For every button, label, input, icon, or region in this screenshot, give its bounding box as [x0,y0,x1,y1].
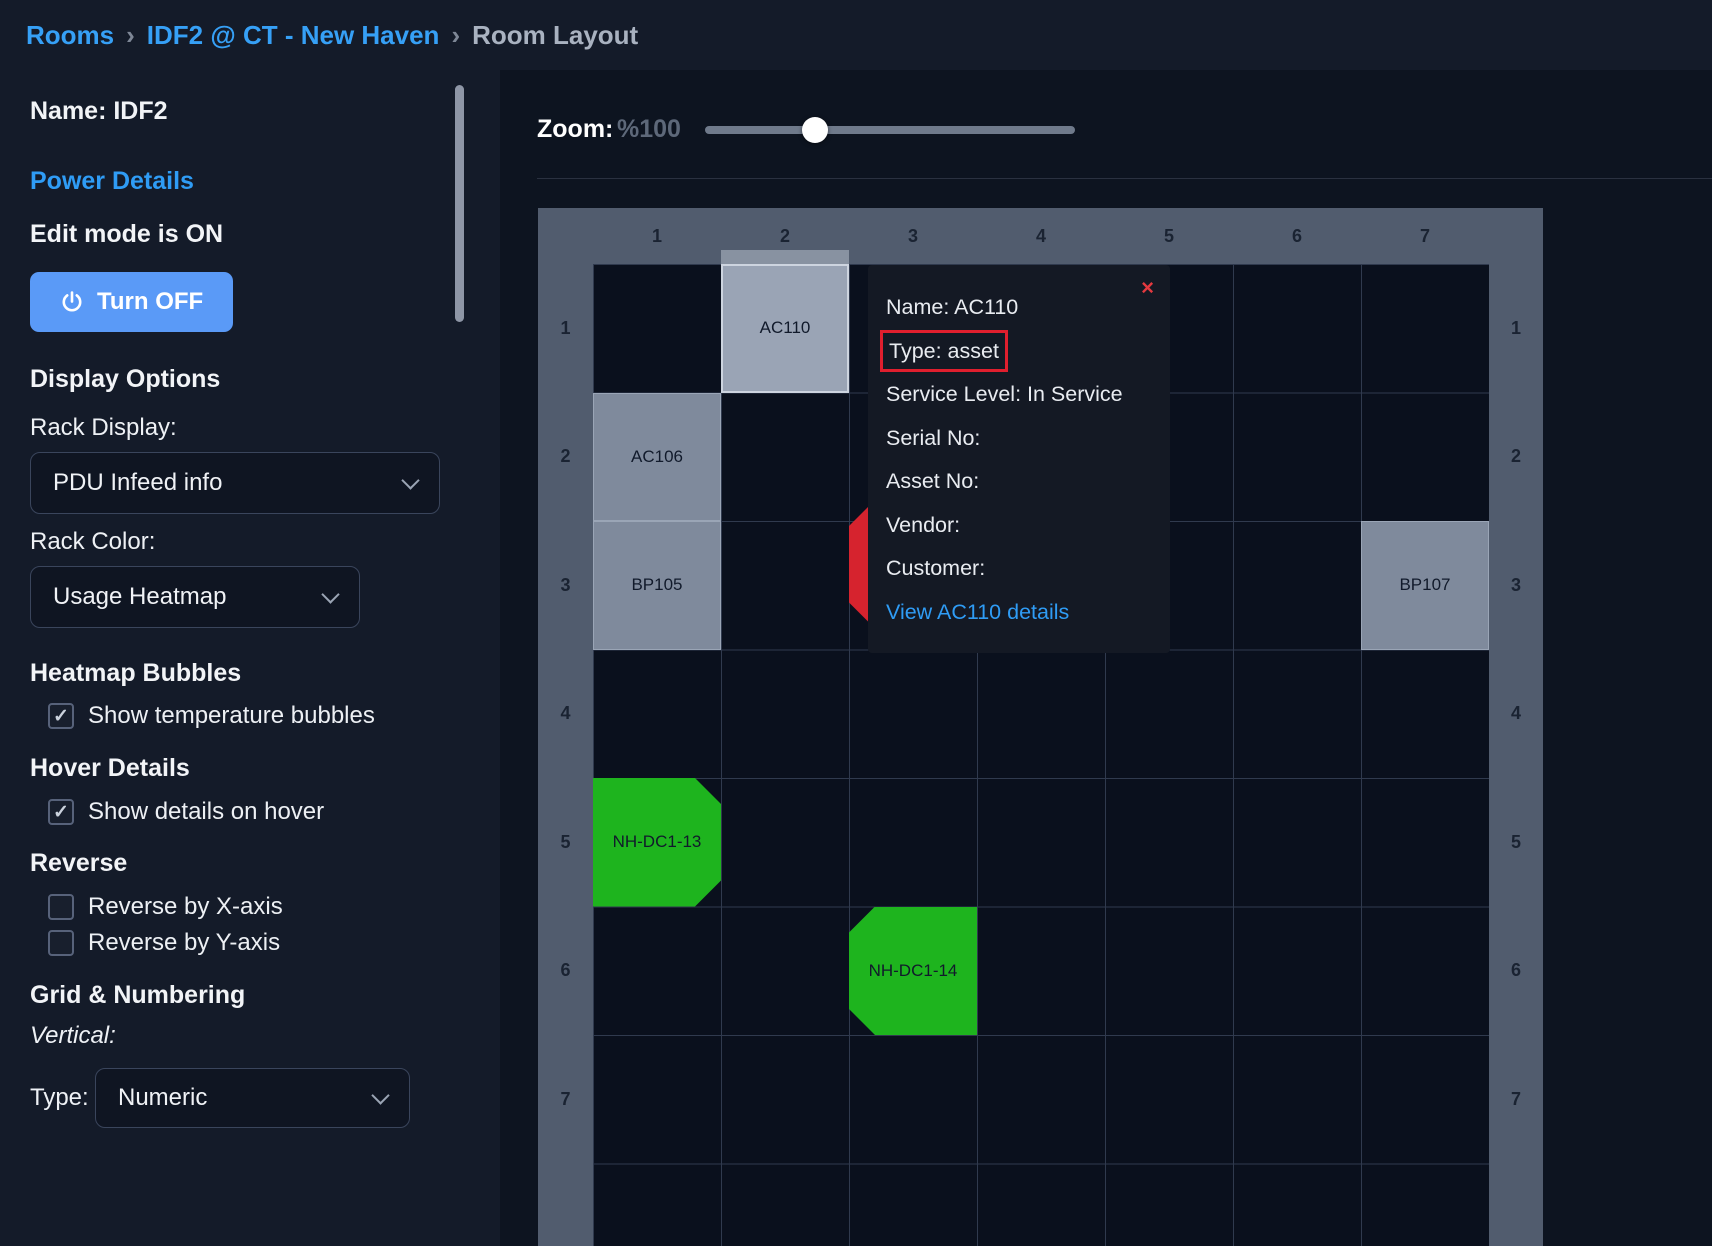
rack-display-selected-value: PDU Infeed info [53,469,222,497]
row-number: 5 [1489,778,1543,907]
row-number: 1 [1489,264,1543,393]
power-icon [60,290,84,314]
breadcrumb-separator: › [451,20,460,51]
chevron-down-icon [321,585,339,603]
top-bar: Rooms › IDF2 @ CT - New Haven › Room Layout [0,0,1712,70]
rack-bp107[interactable]: BP107 [1361,521,1489,650]
show-temperature-bubbles-checkbox[interactable]: ✓ [48,703,74,729]
breadcrumb: Rooms › IDF2 @ CT - New Haven › Room Layout [26,20,638,51]
close-icon[interactable]: × [1141,277,1154,299]
reverse-y-row: Reverse by Y-axis [48,927,280,959]
tooltip-name: Name: AC110 [886,286,1154,330]
row-number: 3 [1489,521,1543,650]
row-number: 1 [538,264,593,393]
tooltip-service-level: Service Level: In Service [886,373,1154,417]
row-number: 6 [538,907,593,1036]
zoom-slider[interactable] [705,117,1075,143]
breadcrumb-item: Room Layout [472,20,638,51]
vertical-type-selected-value: Numeric [118,1084,207,1112]
chevron-down-icon [401,471,419,489]
reverse-y-label: Reverse by Y-axis [88,929,280,957]
edit-mode-label: Edit mode is ON [30,220,223,249]
column-number: 1 [593,208,721,264]
chevron-down-icon [371,1086,389,1104]
row-number: 7 [538,1035,593,1164]
tooltip-serial-no: Serial No: [886,417,1154,461]
breadcrumb-item[interactable]: IDF2 @ CT - New Haven [147,20,440,51]
show-details-on-hover-checkbox[interactable]: ✓ [48,799,74,825]
hover-details-row: ✓ Show details on hover [48,796,324,828]
zoom-slider-thumb[interactable] [802,117,828,143]
main-area: Zoom: %100 1234567 1234567 1234567 AC110… [500,70,1712,1246]
reverse-heading: Reverse [30,849,127,878]
tooltip-vendor: Vendor: [886,504,1154,548]
rack-ac110[interactable]: AC110 [721,264,849,393]
grid-row-numbers-left: 1234567 [538,264,593,1164]
reverse-x-row: Reverse by X-axis [48,891,283,923]
show-details-on-hover-label: Show details on hover [88,798,324,826]
sidebar-scrollbar[interactable] [455,85,464,322]
reverse-x-label: Reverse by X-axis [88,893,283,921]
vertical-label: Vertical: [30,1022,116,1050]
reverse-x-checkbox[interactable] [48,894,74,920]
rack-ac106[interactable]: AC106 [593,393,721,522]
toolbar-divider [537,178,1712,179]
hover-details-heading: Hover Details [30,754,190,783]
room-name-label: Name: IDF2 [30,97,168,126]
zoom-label: Zoom: [537,115,613,144]
sidebar: Name: IDF2 Power Details Edit mode is ON… [0,70,500,1246]
grid-numbering-heading: Grid & Numbering [30,981,245,1010]
grid-row-numbers-right: 1234567 [1489,264,1543,1164]
breadcrumb-separator: › [126,20,135,51]
column-number: 7 [1361,208,1489,264]
row-number: 4 [538,650,593,779]
row-number: 3 [538,521,593,650]
row-number: 2 [1489,393,1543,522]
temperature-bubbles-row: ✓ Show temperature bubbles [48,700,375,732]
breadcrumb-item[interactable]: Rooms [26,20,114,51]
rack-nh-dc1-14[interactable]: NH-DC1-14 [849,907,977,1036]
rack-nh-dc1-13[interactable]: NH-DC1-13 [593,778,721,907]
column-number: 5 [1105,208,1233,264]
column-number: 4 [977,208,1105,264]
row-number: 4 [1489,650,1543,779]
asset-tooltip: × Name: AC110 Type: asset Service Level:… [868,265,1170,653]
rack-bp105[interactable]: BP105 [593,521,721,650]
vertical-type-select[interactable]: Numeric [95,1068,410,1128]
display-options-heading: Display Options [30,365,220,394]
tooltip-customer: Customer: [886,547,1154,591]
turn-off-button[interactable]: Turn OFF [30,272,233,332]
heatmap-bubbles-heading: Heatmap Bubbles [30,659,241,688]
tooltip-type-annotated: Type: asset [880,330,1008,372]
tooltip-type-row: Type: asset [886,330,1154,374]
zoom-slider-track[interactable] [705,126,1075,134]
reverse-y-checkbox[interactable] [48,930,74,956]
show-temperature-bubbles-label: Show temperature bubbles [88,702,375,730]
rack-color-select[interactable]: Usage Heatmap [30,566,360,628]
row-number: 6 [1489,907,1543,1036]
turn-off-button-label: Turn OFF [97,288,203,316]
row-number: 7 [1489,1035,1543,1164]
zoom-value: %100 [617,115,681,144]
view-details-link[interactable]: View AC110 details [886,591,1154,635]
power-details-link[interactable]: Power Details [30,167,194,196]
column-number: 3 [849,208,977,264]
app-body: Name: IDF2 Power Details Edit mode is ON… [0,70,1712,1246]
row-number: 2 [538,393,593,522]
column-number: 6 [1233,208,1361,264]
row-number: 5 [538,778,593,907]
rack-display-label: Rack Display: [30,414,177,442]
rack-color-label: Rack Color: [30,528,155,556]
type-label: Type: [30,1068,89,1128]
tooltip-asset-no: Asset No: [886,460,1154,504]
rack-color-selected-value: Usage Heatmap [53,583,226,611]
rack-display-select[interactable]: PDU Infeed info [30,452,440,514]
